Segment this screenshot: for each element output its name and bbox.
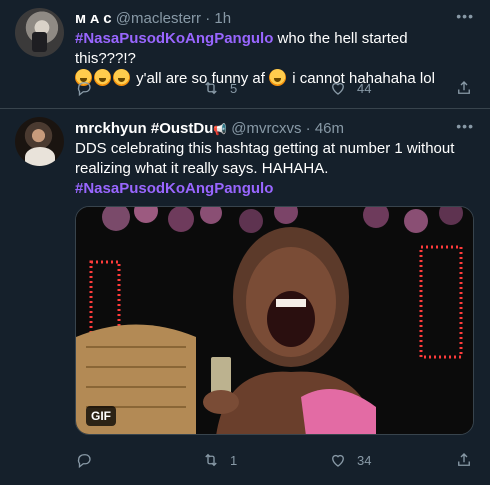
tweet-actions: 5 44 [75,79,475,99]
share-button[interactable] [455,451,473,469]
tweet-header: mrckhyun #OustDu📢 @mvrcxvs · 46m [75,119,344,140]
retweet-icon [205,81,217,95]
display-name[interactable]: ᴍ ᴀ ᴄ [75,10,112,27]
like-icon [332,454,344,467]
share-icon [458,453,470,466]
more-icon[interactable]: ••• [456,118,474,134]
reply-button[interactable] [75,79,103,97]
like-button[interactable]: 44 [329,79,371,97]
reply-icon [77,454,91,469]
tweet-text: DDS celebrating this hashtag getting at … [75,139,470,199]
tweet[interactable]: ᴍ ᴀ ᴄ @maclesterr · 1h ••• #NasaPusodKoA… [0,0,490,109]
reply-button[interactable] [75,451,103,469]
hashtag-link[interactable]: #NasaPusodKoAngPangulo [75,180,273,197]
tweet[interactable]: mrckhyun #OustDu📢 @mvrcxvs · 46m ••• DDS… [0,110,490,485]
like-icon [332,82,344,95]
timestamp[interactable]: 46m [315,120,344,137]
tweet-text-part: DDS celebrating this hashtag getting at … [75,140,455,177]
megaphone-icon: 📢 [213,124,228,136]
gif-media[interactable]: GIF [75,206,474,435]
reply-icon [77,82,91,97]
like-button[interactable]: 34 [329,451,371,469]
display-name[interactable]: mrckhyun #OustDu [75,120,213,137]
separator: · [305,120,311,137]
gif-image [76,207,473,434]
retweet-count: 1 [230,452,238,468]
gif-badge: GIF [86,406,116,426]
retweet-count: 5 [230,80,238,96]
handle[interactable]: @mvrcxvs [231,120,301,137]
separator: · [205,10,211,27]
timestamp[interactable]: 1h [214,10,231,27]
more-icon[interactable]: ••• [456,8,474,24]
like-count: 34 [357,452,372,468]
share-button[interactable] [455,79,473,97]
tweet-actions: 1 34 [75,451,475,471]
avatar[interactable] [15,8,64,57]
hashtag-link[interactable]: #NasaPusodKoAngPangulo [75,30,273,47]
retweet-button[interactable]: 5 [202,79,237,97]
retweet-button[interactable]: 1 [202,451,237,469]
tweet-header: ᴍ ᴀ ᴄ @maclesterr · 1h [75,9,231,29]
handle[interactable]: @maclesterr [116,10,201,27]
like-count: 44 [357,80,372,96]
share-icon [458,81,470,94]
retweet-icon [205,453,217,467]
avatar[interactable] [15,117,64,166]
